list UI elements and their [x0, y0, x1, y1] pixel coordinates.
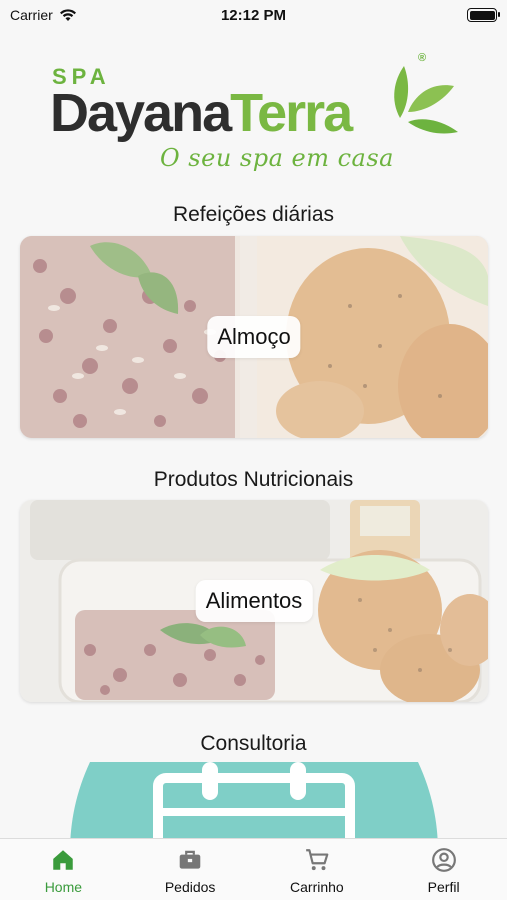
- tab-orders[interactable]: Pedidos: [127, 839, 254, 900]
- logo-brand-terra: Terra: [230, 83, 353, 143]
- status-left: Carrier: [10, 7, 77, 23]
- registered-mark: ®: [418, 52, 427, 64]
- logo-brand-text: DayanaTerra: [50, 82, 353, 144]
- card-foods-label: Alimentos: [195, 580, 313, 622]
- battery-icon: [467, 8, 500, 22]
- tab-orders-label: Pedidos: [164, 879, 216, 895]
- status-bar: Carrier 12:12 PM: [0, 0, 507, 30]
- tab-profile[interactable]: Perfil: [380, 839, 507, 900]
- wifi-icon: [59, 9, 76, 21]
- section-title-products: Produtos Nutricionais: [153, 468, 354, 491]
- cart-icon: [306, 849, 329, 871]
- tab-bar: Home Pedidos Carrinho Perfil: [0, 838, 507, 900]
- tab-home[interactable]: Home: [0, 839, 127, 900]
- section-title-consulting: Consultoria: [200, 732, 307, 755]
- briefcase-icon: [179, 850, 201, 869]
- card-foods[interactable]: Alimentos: [20, 500, 488, 702]
- tab-home-label: Home: [44, 879, 83, 895]
- profile-icon: [431, 848, 456, 872]
- home-icon: [53, 850, 74, 870]
- card-lunch-label: Almoço: [207, 316, 301, 358]
- leaves-icon: [394, 66, 458, 134]
- logo-brand-dayana: Dayana: [50, 83, 232, 143]
- tab-cart-label: Carrinho: [290, 879, 344, 895]
- section-title-meals: Refeições diárias: [172, 203, 335, 226]
- card-lunch[interactable]: Almoço: [20, 236, 488, 438]
- logo-tagline: O seu spa em casa: [160, 144, 394, 172]
- tab-profile-label: Perfil: [427, 879, 460, 895]
- carrier-label: Carrier: [10, 7, 53, 23]
- tab-cart[interactable]: Carrinho: [254, 839, 381, 900]
- brand-logo: SPA DayanaTerra ® O seu spa em casa: [0, 52, 507, 177]
